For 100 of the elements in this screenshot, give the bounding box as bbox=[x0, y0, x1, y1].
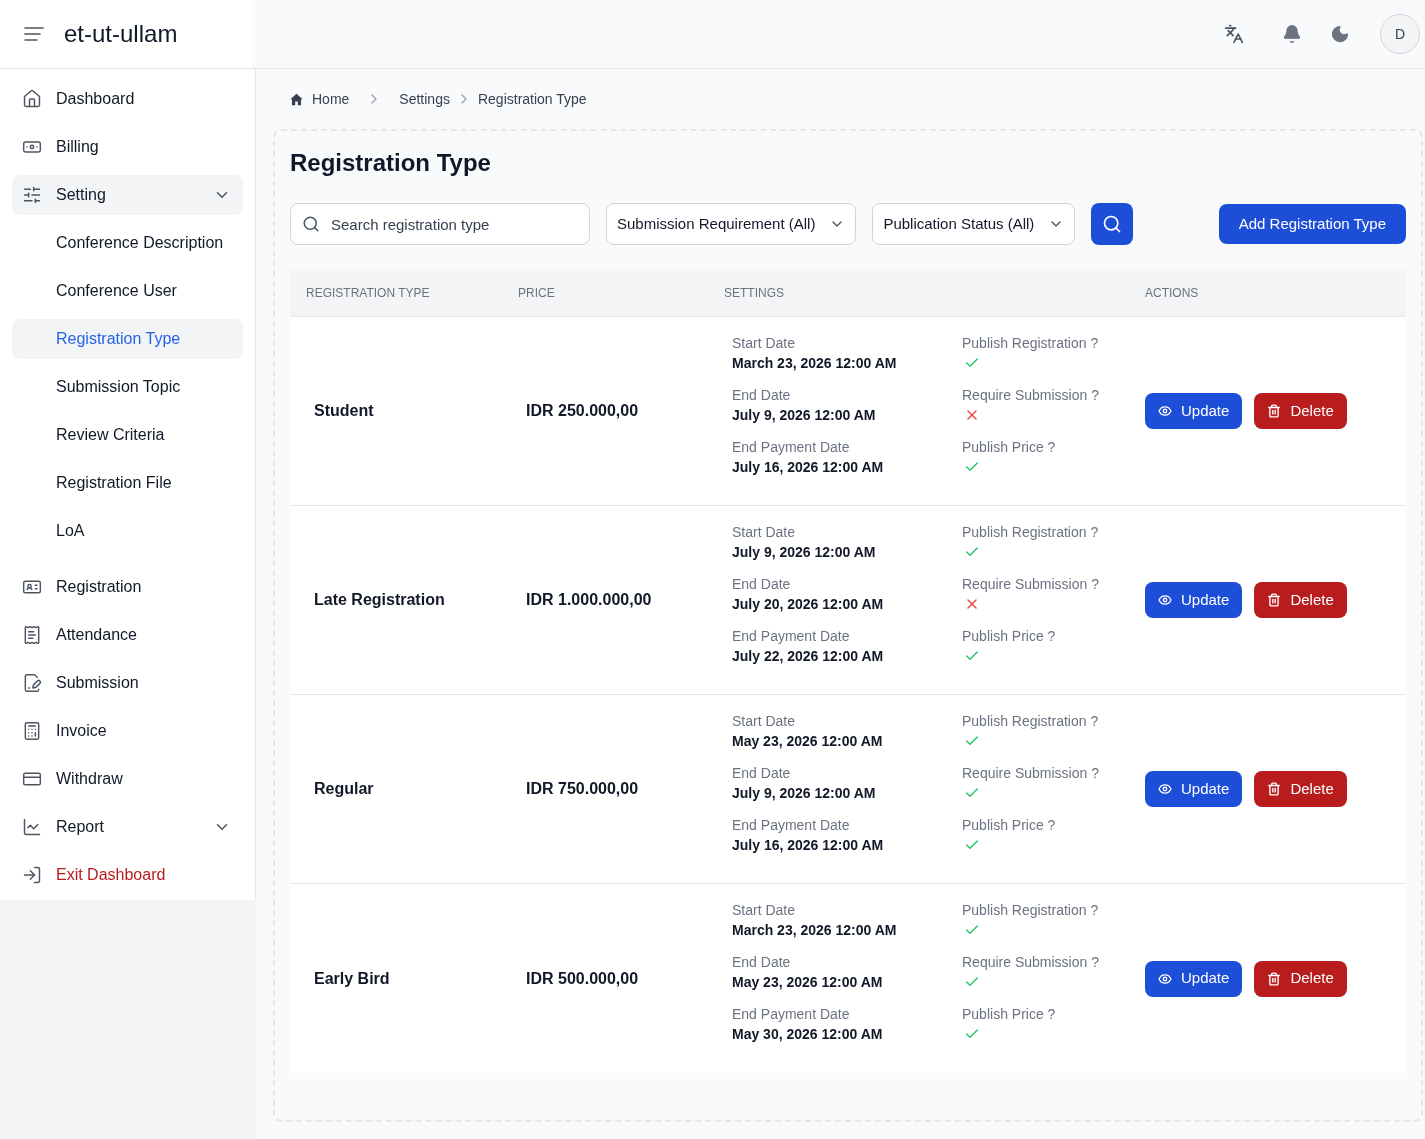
registration-type-name: Early Bird bbox=[314, 969, 390, 987]
date-label: End Payment Date bbox=[732, 438, 851, 457]
eye-icon bbox=[1158, 593, 1172, 607]
date-value: July 16, 2026 12:00 AM bbox=[732, 836, 885, 855]
date-label: Start Date bbox=[732, 523, 797, 542]
line-chart-icon bbox=[22, 817, 42, 837]
update-button[interactable]: Update bbox=[1145, 960, 1243, 997]
enter-icon bbox=[22, 865, 42, 885]
sidebar-item[interactable]: Exit Dashboard bbox=[12, 855, 243, 895]
price-value: IDR 250.000,00 bbox=[526, 402, 639, 419]
house-icon bbox=[22, 89, 42, 109]
delete-button[interactable]: Delete bbox=[1254, 582, 1347, 618]
update-button[interactable]: Update bbox=[1145, 582, 1243, 618]
date-label: Start Date bbox=[732, 901, 797, 920]
calculator-icon bbox=[22, 721, 42, 741]
sliders-icon bbox=[22, 185, 42, 205]
receipt-icon bbox=[22, 625, 42, 645]
update-button[interactable]: Update bbox=[1145, 771, 1243, 807]
sidebar-item[interactable]: Billing bbox=[12, 127, 243, 167]
date-label: End Date bbox=[732, 386, 792, 405]
eye-icon bbox=[1158, 404, 1172, 418]
date-value: July 20, 2026 12:00 AM bbox=[732, 595, 885, 614]
price-value: IDR 500.000,00 bbox=[526, 969, 639, 987]
setting-label: Publish Price ? bbox=[962, 627, 1057, 646]
eye-icon bbox=[1158, 782, 1172, 796]
price-value: IDR 750.000,00 bbox=[526, 780, 639, 797]
search-icon bbox=[1102, 214, 1123, 234]
sidebar-item[interactable]: Dashboard bbox=[12, 79, 243, 119]
sidebar-item[interactable]: Invoice bbox=[12, 711, 243, 751]
page-title: Registration Type bbox=[290, 148, 492, 178]
price-value: IDR 1.000.000,00 bbox=[526, 591, 652, 608]
search-icon bbox=[302, 215, 320, 233]
column-header: PRICE bbox=[517, 284, 556, 302]
date-value: July 9, 2026 12:00 AM bbox=[732, 784, 877, 803]
credit-card-icon bbox=[22, 769, 42, 789]
date-value: July 9, 2026 12:00 AM bbox=[732, 543, 877, 562]
delete-button[interactable]: Delete bbox=[1254, 771, 1347, 807]
date-value: July 22, 2026 12:00 AM bbox=[732, 647, 885, 666]
filter-select[interactable]: Publication Status (All) bbox=[872, 203, 1076, 245]
date-label: End Payment Date bbox=[732, 627, 851, 646]
setting-label: Require Submission ? bbox=[962, 764, 1100, 783]
date-value: July 9, 2026 12:00 AM bbox=[732, 406, 877, 425]
column-header: ACTIONS bbox=[1144, 284, 1200, 302]
menu-icon[interactable] bbox=[24, 27, 44, 41]
id-card-icon bbox=[22, 577, 42, 597]
setting-label: Publish Registration ? bbox=[962, 523, 1100, 542]
bell-icon[interactable] bbox=[1282, 24, 1302, 44]
delete-button[interactable]: Delete bbox=[1254, 960, 1347, 997]
date-label: End Payment Date bbox=[732, 816, 851, 835]
date-value: May 23, 2026 12:00 AM bbox=[732, 973, 884, 992]
sidebar-item[interactable]: Registration bbox=[12, 567, 243, 607]
sidebar-subitem[interactable]: Submission Topic bbox=[12, 367, 243, 407]
setting-label: Require Submission ? bbox=[962, 386, 1100, 405]
date-label: End Payment Date bbox=[732, 1005, 851, 1024]
sidebar-item[interactable]: Attendance bbox=[12, 615, 243, 655]
add-registration-type-button[interactable]: Add Registration Type bbox=[1218, 204, 1406, 244]
column-header: REGISTRATION TYPE bbox=[305, 284, 431, 302]
sidebar-subitem[interactable]: Registration Type bbox=[12, 319, 243, 359]
date-label: End Date bbox=[732, 575, 792, 594]
setting-label: Require Submission ? bbox=[962, 953, 1100, 972]
sidebar-subitem[interactable]: Conference Description bbox=[12, 223, 243, 263]
eye-icon bbox=[1158, 971, 1172, 986]
translate-icon[interactable] bbox=[1224, 24, 1244, 44]
trash-icon bbox=[1267, 404, 1282, 418]
setting-label: Publish Registration ? bbox=[962, 334, 1100, 353]
sidebar-subitem[interactable]: Review Criteria bbox=[12, 415, 243, 455]
search-field[interactable]: Search registration type bbox=[290, 203, 590, 245]
home-icon bbox=[290, 92, 303, 106]
moon-icon[interactable] bbox=[1330, 24, 1350, 44]
date-label: End Date bbox=[732, 953, 792, 972]
date-value: July 16, 2026 12:00 AM bbox=[732, 458, 885, 477]
filter-select[interactable]: Submission Requirement (All) bbox=[606, 203, 857, 245]
date-value: March 23, 2026 12:00 AM bbox=[732, 354, 898, 373]
sidebar-subitem[interactable]: LoA bbox=[12, 511, 243, 551]
brand-name: et-ut-ullam bbox=[64, 19, 178, 49]
date-label: End Date bbox=[732, 764, 792, 783]
date-label: Start Date bbox=[732, 712, 797, 731]
date-value: May 30, 2026 12:00 AM bbox=[732, 1025, 884, 1044]
sidebar-item[interactable]: Setting bbox=[12, 175, 243, 215]
sidebar-subitem[interactable]: Registration File bbox=[12, 463, 243, 503]
setting-label: Publish Price ? bbox=[962, 438, 1057, 457]
sidebar-item[interactable]: Withdraw bbox=[12, 759, 243, 799]
update-button[interactable]: Update bbox=[1145, 393, 1243, 429]
breadcrumb-link[interactable]: Settings bbox=[399, 88, 450, 110]
search-button[interactable] bbox=[1091, 203, 1134, 245]
breadcrumb-link[interactable]: Home bbox=[312, 88, 350, 110]
setting-label: Publish Price ? bbox=[962, 1005, 1057, 1024]
date-label: Start Date bbox=[732, 334, 797, 353]
column-header: SETTINGS bbox=[723, 284, 785, 302]
sidebar-item[interactable]: Submission bbox=[12, 663, 243, 703]
setting-label: Publish Registration ? bbox=[962, 712, 1100, 731]
setting-label: Publish Registration ? bbox=[962, 901, 1100, 920]
trash-icon bbox=[1267, 782, 1282, 796]
delete-button[interactable]: Delete bbox=[1254, 393, 1347, 429]
avatar-button[interactable]: D bbox=[1380, 14, 1420, 54]
sidebar-item[interactable]: Report bbox=[12, 807, 243, 847]
sidebar-subitem[interactable]: Conference User bbox=[12, 271, 243, 311]
registration-type-name: Late Registration bbox=[314, 591, 445, 608]
file-pen-icon bbox=[22, 673, 42, 693]
registration-type-name: Regular bbox=[314, 780, 374, 797]
